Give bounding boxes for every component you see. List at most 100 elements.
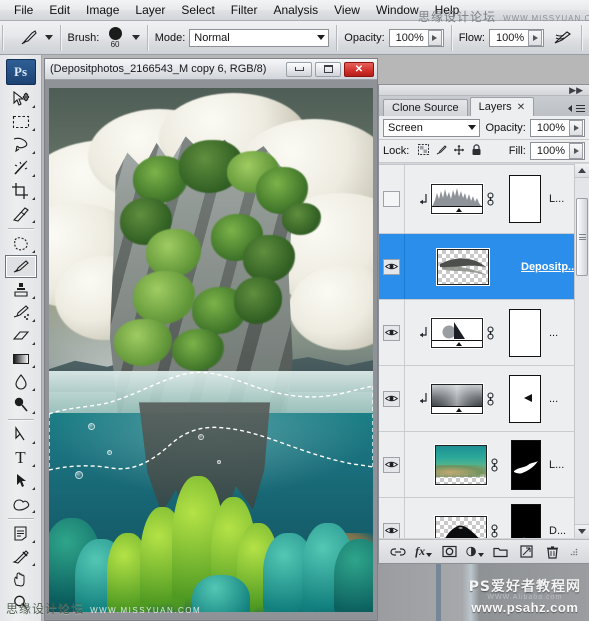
minimize-button[interactable]: [286, 61, 312, 77]
hand-tool[interactable]: [5, 568, 37, 591]
flow-stepper[interactable]: [528, 29, 543, 46]
link-icon[interactable]: [483, 190, 497, 208]
delete-layer-button[interactable]: [543, 543, 561, 561]
menu-item-edit[interactable]: Edit: [41, 2, 78, 19]
airbrush-icon[interactable]: [552, 27, 574, 49]
table-row[interactable]: ...: [379, 300, 589, 366]
layer-mask-thumbnail[interactable]: [509, 308, 541, 357]
opacity-stepper[interactable]: [427, 29, 442, 46]
eye-icon-on[interactable]: [383, 324, 400, 341]
layer-thumbnail[interactable]: [435, 515, 487, 538]
layer-mask-thumbnail[interactable]: [509, 175, 541, 223]
table-row[interactable]: L...: [379, 165, 589, 234]
blend-mode-select[interactable]: Normal: [189, 28, 330, 47]
lasso-tool[interactable]: [5, 133, 37, 156]
pen-tool[interactable]: [5, 423, 37, 446]
tab-layers[interactable]: Layers ✕: [469, 97, 535, 116]
brush-tool-icon[interactable]: [18, 27, 40, 49]
scroll-thumb[interactable]: [576, 198, 588, 276]
brush-options-chevron-down-icon[interactable]: [131, 35, 140, 40]
menu-item-view[interactable]: View: [326, 2, 368, 19]
custom-shape-tool[interactable]: [5, 492, 37, 515]
eye-icon-on[interactable]: [383, 522, 400, 538]
layer-list-scrollbar[interactable]: [574, 164, 589, 538]
lock-all-icon[interactable]: [471, 143, 482, 159]
magic-wand-tool[interactable]: [5, 156, 37, 179]
layer-mask-thumbnail[interactable]: [511, 503, 541, 538]
rectangular-marquee-tool[interactable]: [5, 110, 37, 133]
link-icon[interactable]: [483, 390, 497, 408]
layer-thumbnail[interactable]: [431, 184, 483, 214]
link-icon[interactable]: [487, 522, 501, 539]
type-tool[interactable]: T: [5, 446, 37, 469]
layer-mask-button[interactable]: [440, 543, 458, 561]
layer-thumbnail[interactable]: [431, 317, 483, 348]
table-row[interactable]: Depositp...: [379, 234, 589, 300]
layer-visibility-cell[interactable]: [379, 165, 405, 233]
artwork-image[interactable]: [49, 88, 373, 612]
gradient-tool[interactable]: [5, 347, 37, 370]
menu-item-filter[interactable]: Filter: [223, 2, 266, 19]
lock-position-icon[interactable]: [453, 144, 465, 159]
maximize-button[interactable]: [315, 61, 341, 77]
panel-opacity-stepper[interactable]: [569, 119, 583, 136]
menu-item-layer[interactable]: Layer: [127, 2, 173, 19]
eraser-tool[interactable]: [5, 324, 37, 347]
clone-stamp-tool[interactable]: [5, 278, 37, 301]
history-brush-tool[interactable]: [5, 301, 37, 324]
layer-visibility-cell[interactable]: [379, 432, 405, 497]
slice-tool[interactable]: [5, 202, 37, 225]
lock-image-pixels-icon[interactable]: [435, 144, 448, 159]
menu-item-file[interactable]: File: [6, 2, 41, 19]
layer-mask-thumbnail[interactable]: [509, 374, 541, 423]
scroll-down-arrow[interactable]: [575, 524, 589, 538]
layer-thumbnail[interactable]: [435, 444, 487, 485]
blur-tool[interactable]: [5, 370, 37, 393]
eye-icon-off[interactable]: [383, 191, 400, 207]
collapse-panel-icon[interactable]: ▶▶: [569, 86, 583, 95]
table-row[interactable]: ...: [379, 366, 589, 432]
table-row[interactable]: L...: [379, 432, 589, 498]
eyedropper-tool[interactable]: [5, 545, 37, 568]
eye-icon-on[interactable]: [383, 258, 400, 275]
brush-size-preview[interactable]: 60: [103, 26, 127, 49]
zoom-tool[interactable]: [5, 591, 37, 614]
notes-tool[interactable]: [5, 522, 37, 545]
close-icon[interactable]: ✕: [517, 102, 525, 113]
path-selection-tool[interactable]: [5, 469, 37, 492]
eye-icon-on[interactable]: [383, 456, 400, 473]
dodge-tool[interactable]: [5, 393, 37, 416]
patch-tool[interactable]: [5, 232, 37, 255]
link-icon[interactable]: [483, 324, 497, 342]
flow-input[interactable]: 100%: [488, 28, 545, 47]
layer-visibility-cell[interactable]: [379, 300, 405, 365]
crop-tool[interactable]: [5, 179, 37, 202]
link-layers-button[interactable]: [389, 543, 407, 561]
new-group-button[interactable]: [492, 543, 510, 561]
layer-visibility-cell[interactable]: [379, 234, 405, 299]
layer-style-button[interactable]: fx: [415, 543, 433, 561]
new-layer-button[interactable]: [518, 543, 536, 561]
document-title-bar[interactable]: (Depositphotos_2166543_M copy 6, RGB/8) …: [45, 59, 377, 80]
link-icon[interactable]: [487, 456, 501, 474]
brush-preset-chevron-down-icon[interactable]: [44, 35, 53, 40]
layer-thumbnail[interactable]: [431, 383, 483, 414]
menu-item-window[interactable]: Window: [368, 2, 427, 19]
opacity-input[interactable]: 100%: [388, 28, 444, 47]
menu-item-analysis[interactable]: Analysis: [265, 2, 326, 19]
panel-resize-grip[interactable]: [569, 543, 579, 561]
new-fill-adjustment-button[interactable]: [466, 543, 485, 561]
layer-mask-thumbnail[interactable]: [511, 439, 541, 490]
scroll-up-arrow[interactable]: [575, 164, 589, 178]
menu-item-image[interactable]: Image: [78, 2, 127, 19]
layer-visibility-cell[interactable]: [379, 498, 405, 538]
fill-input[interactable]: 100%: [529, 142, 585, 160]
eye-icon-on[interactable]: [383, 390, 400, 407]
panel-menu-icon[interactable]: [567, 103, 585, 114]
layer-blend-mode-select[interactable]: Screen: [383, 118, 480, 137]
lock-transparent-pixels-icon[interactable]: [418, 144, 430, 158]
move-tool[interactable]: [5, 87, 37, 110]
layer-visibility-cell[interactable]: [379, 366, 405, 431]
fill-stepper[interactable]: [569, 143, 583, 159]
panel-grip-bar[interactable]: ▶▶: [379, 85, 589, 96]
